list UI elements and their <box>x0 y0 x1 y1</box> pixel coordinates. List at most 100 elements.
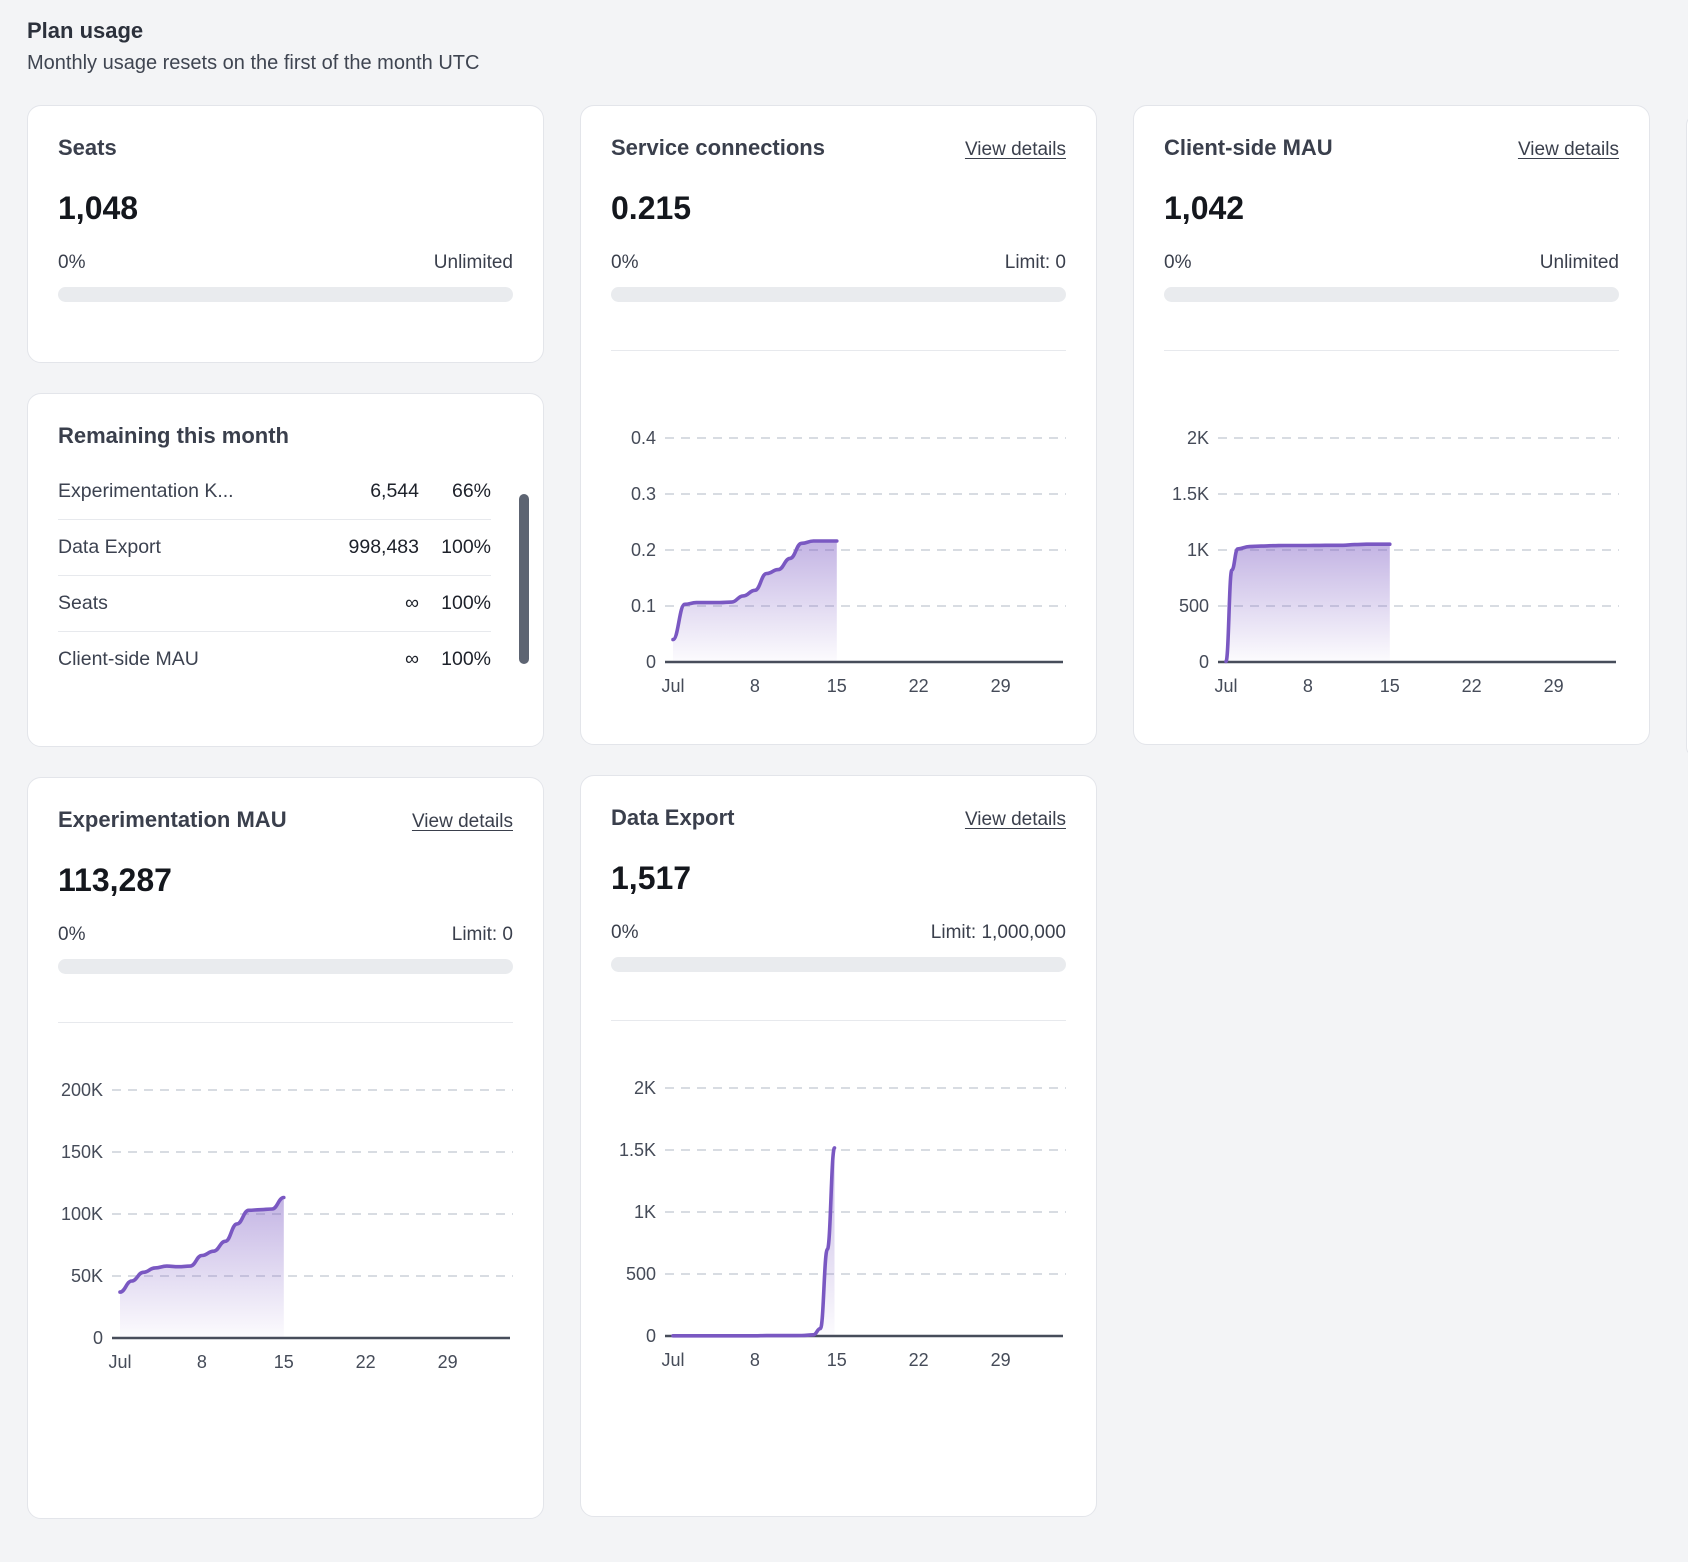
svg-text:50K: 50K <box>71 1266 103 1286</box>
usage-progress-bar <box>1164 287 1619 302</box>
page-title: Plan usage <box>27 18 1688 44</box>
column-1: Seats 1,048 0% Unlimited Remaining this … <box>27 105 544 1549</box>
service-connections-chart: 00.10.20.30.4Jul8152229 <box>611 390 1066 700</box>
svg-text:15: 15 <box>827 676 847 696</box>
svg-text:0: 0 <box>93 1328 103 1348</box>
svg-text:1K: 1K <box>634 1202 656 1222</box>
page-header: Plan usage Monthly usage resets on the f… <box>0 0 1688 75</box>
list-item: Client-side MAU ∞ 100% <box>58 632 491 687</box>
experimentation-mau-chart: 050K100K150K200KJul8152229 <box>58 1038 513 1388</box>
svg-text:1K: 1K <box>1187 540 1209 560</box>
usage-value: 113,287 <box>58 860 513 900</box>
usage-value: 1,517 <box>611 858 1066 898</box>
card-header: Service connections View details <box>611 134 1066 162</box>
svg-text:8: 8 <box>197 1352 207 1372</box>
seats-card: Seats 1,048 0% Unlimited <box>27 105 544 363</box>
usage-meta-row: 0% Limit: 0 <box>611 252 1066 274</box>
resource-remaining-percent: 100% <box>435 648 491 671</box>
card-divider <box>58 1022 513 1023</box>
svg-text:15: 15 <box>827 1350 847 1370</box>
view-details-link[interactable]: View details <box>965 139 1066 161</box>
svg-text:1.5K: 1.5K <box>1172 484 1209 504</box>
column-2: Service connections View details 0.215 0… <box>580 105 1097 1549</box>
data-export-card: Data Export View details 1,517 0% Limit:… <box>580 775 1097 1517</box>
experimentation-mau-card: Experimentation MAU View details 113,287… <box>27 777 544 1519</box>
svg-text:29: 29 <box>1544 676 1564 696</box>
limit-label: Unlimited <box>434 252 513 274</box>
card-header: Client-side MAU View details <box>1164 134 1619 162</box>
list-item: Data Export 998,483 100% <box>58 520 491 576</box>
usage-progress-bar <box>58 959 513 974</box>
view-details-link[interactable]: View details <box>1518 139 1619 161</box>
card-header: Data Export View details <box>611 804 1066 832</box>
limit-label: Limit: 1,000,000 <box>931 922 1066 944</box>
card-title: Data Export <box>611 804 734 832</box>
list-item: Experimentation K... 6,544 66% <box>58 464 491 520</box>
limit-label: Limit: 0 <box>1005 252 1066 274</box>
card-divider <box>611 1020 1066 1021</box>
card-header: Experimentation MAU View details <box>58 806 513 834</box>
svg-text:Jul: Jul <box>661 676 684 696</box>
percent-used-label: 0% <box>611 922 638 944</box>
svg-text:100K: 100K <box>61 1204 103 1224</box>
svg-text:0: 0 <box>646 1326 656 1346</box>
svg-text:200K: 200K <box>61 1080 103 1100</box>
view-details-link[interactable]: View details <box>965 809 1066 831</box>
usage-meta-row: 0% Limit: 0 <box>58 924 513 946</box>
svg-text:8: 8 <box>750 1350 760 1370</box>
svg-text:Jul: Jul <box>108 1352 131 1372</box>
usage-value: 1,048 <box>58 188 513 228</box>
svg-text:0.2: 0.2 <box>631 540 656 560</box>
plan-usage-page: Plan usage Monthly usage resets on the f… <box>0 0 1688 1562</box>
usage-progress-bar <box>58 287 513 302</box>
data-export-chart: 05001K1.5K2KJul8152229 <box>611 1036 1066 1386</box>
svg-text:0.3: 0.3 <box>631 484 656 504</box>
resource-remaining-value: 6,544 <box>370 480 419 503</box>
resource-label: Data Export <box>58 536 349 559</box>
svg-text:22: 22 <box>909 676 929 696</box>
client-side-mau-chart: 05001K1.5K2KJul8152229 <box>1164 390 1619 700</box>
svg-text:0: 0 <box>646 652 656 672</box>
resource-remaining-value: ∞ <box>405 648 419 671</box>
remaining-list-scrollbar[interactable] <box>519 494 529 664</box>
resource-remaining-percent: 100% <box>435 592 491 615</box>
resource-remaining-percent: 66% <box>435 480 491 503</box>
svg-text:2K: 2K <box>634 1078 656 1098</box>
usage-progress-bar <box>611 287 1066 302</box>
remaining-list: Experimentation K... 6,544 66% Data Expo… <box>58 464 491 687</box>
card-title: Remaining this month <box>58 422 289 450</box>
svg-text:22: 22 <box>909 1350 929 1370</box>
card-header: Seats <box>58 134 513 162</box>
card-divider <box>611 350 1066 351</box>
usage-meta-row: 0% Unlimited <box>1164 252 1619 274</box>
svg-text:29: 29 <box>991 1350 1011 1370</box>
svg-text:0.4: 0.4 <box>631 428 656 448</box>
view-details-link[interactable]: View details <box>412 811 513 833</box>
limit-label: Limit: 0 <box>452 924 513 946</box>
usage-cards-grid: Seats 1,048 0% Unlimited Remaining this … <box>0 105 1688 1549</box>
usage-meta-row: 0% Limit: 1,000,000 <box>611 922 1066 944</box>
percent-used-label: 0% <box>58 924 85 946</box>
svg-text:500: 500 <box>626 1264 656 1284</box>
resource-remaining-percent: 100% <box>435 536 491 559</box>
list-item: Seats ∞ 100% <box>58 576 491 632</box>
percent-used-label: 0% <box>1164 252 1191 274</box>
service-connections-card: Service connections View details 0.215 0… <box>580 105 1097 745</box>
remaining-this-month-card: Remaining this month Experimentation K..… <box>27 393 544 747</box>
card-title: Client-side MAU <box>1164 134 1333 162</box>
limit-label: Unlimited <box>1540 252 1619 274</box>
svg-text:29: 29 <box>991 676 1011 696</box>
card-title: Seats <box>58 134 117 162</box>
resource-label: Seats <box>58 592 405 615</box>
svg-text:15: 15 <box>274 1352 294 1372</box>
svg-text:2K: 2K <box>1187 428 1209 448</box>
card-title: Service connections <box>611 134 825 162</box>
svg-text:22: 22 <box>1462 676 1482 696</box>
usage-meta-row: 0% Unlimited <box>58 252 513 274</box>
svg-text:8: 8 <box>1303 676 1313 696</box>
svg-text:500: 500 <box>1179 596 1209 616</box>
usage-value: 0.215 <box>611 188 1066 228</box>
column-3: Client-side MAU View details 1,042 0% Un… <box>1133 105 1650 1549</box>
svg-text:0.1: 0.1 <box>631 596 656 616</box>
page-subtitle: Monthly usage resets on the first of the… <box>27 52 1688 75</box>
